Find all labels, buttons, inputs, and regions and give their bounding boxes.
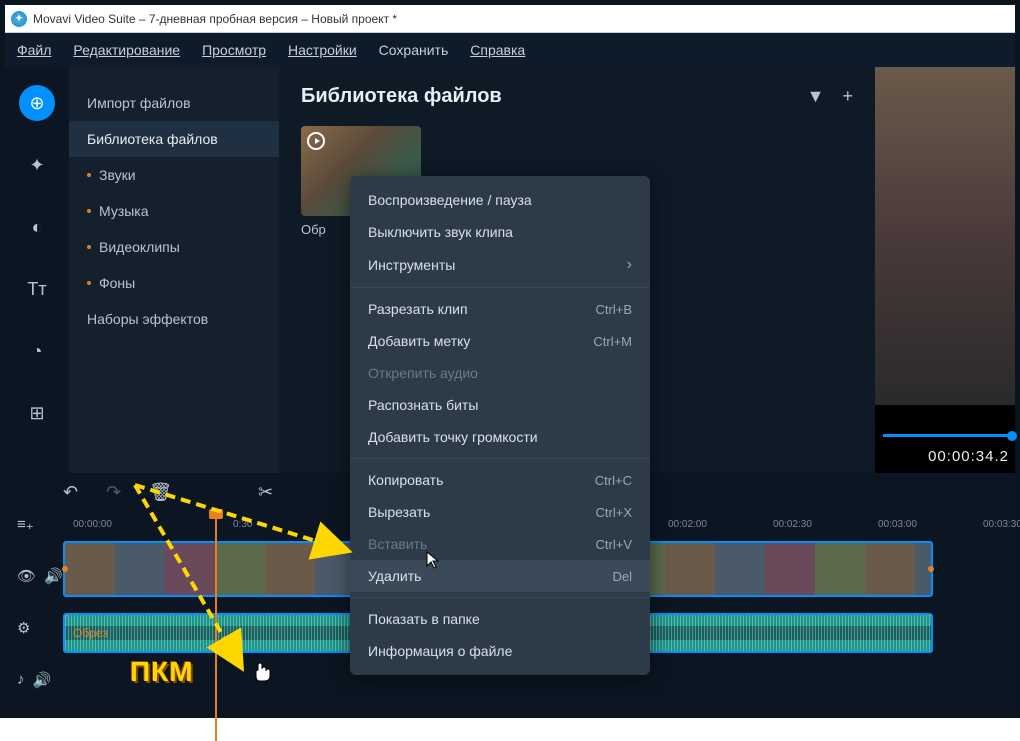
audio-clip-label: Обрез (73, 626, 108, 640)
rail-titles-icon[interactable]: Tᴛ (19, 271, 55, 307)
titlebar: ✦ Movavi Video Suite – 7-дневная пробная… (5, 5, 1015, 33)
ctx-split[interactable]: Разрезать клипCtrl+B (350, 293, 650, 325)
rail-more-icon[interactable]: ⊞ (19, 395, 55, 431)
ctx-file-info[interactable]: Информация о файле (350, 635, 650, 667)
sidebar-item-import[interactable]: Импорт файлов (69, 85, 279, 121)
cut-icon[interactable]: ✂ (258, 482, 273, 503)
sidebar-item-music[interactable]: Музыка (69, 193, 279, 229)
ctx-cut[interactable]: ВырезатьCtrl+X (350, 496, 650, 528)
ctx-detect-beats[interactable]: Распознать биты (350, 389, 650, 421)
menu-save[interactable]: Сохранить (379, 42, 449, 58)
app-logo-icon: ✦ (11, 11, 27, 27)
sidebar-item-library[interactable]: Библиотека файлов (69, 121, 279, 157)
sidebar: Импорт файлов Библиотека файлов Звуки Му… (69, 67, 279, 473)
add-track-icon[interactable]: ≡₊ (17, 515, 63, 533)
rail-stickers-icon[interactable]: ◔ (19, 333, 55, 369)
annotation-text: ПКМ (130, 656, 194, 688)
menu-file[interactable]: Файл (17, 42, 51, 58)
menu-settings[interactable]: Настройки (288, 42, 357, 58)
ctx-detach-audio: Открепить аудио (350, 357, 650, 389)
ctx-play-pause[interactable]: Воспроизведение / пауза (350, 184, 650, 216)
preview-knob[interactable] (1007, 431, 1017, 441)
left-rail: ⊕ ✦ ◐ Tᴛ ◔ ⊞ (5, 67, 69, 473)
preview-progress[interactable] (883, 434, 1015, 437)
ctx-show-in-folder[interactable]: Показать в папке (350, 603, 650, 635)
sidebar-item-videoclips[interactable]: Видеоклипы (69, 229, 279, 265)
rail-effects-icon[interactable]: ✦ (19, 147, 55, 183)
filter-icon[interactable]: ▼ (807, 86, 825, 107)
menubar: Файл Редактирование Просмотр Настройки С… (5, 33, 1015, 67)
sidebar-item-effect-sets[interactable]: Наборы эффектов (69, 301, 279, 337)
rail-import-icon[interactable]: ⊕ (19, 85, 55, 121)
ctx-separator (350, 287, 650, 288)
menu-view[interactable]: Просмотр (202, 42, 266, 58)
track-mute-icon[interactable]: 🔊 (44, 567, 63, 585)
track-settings-icon[interactable]: ⚙ (17, 619, 63, 637)
hand-cursor-icon (253, 662, 271, 682)
redo-icon[interactable]: ↷ (106, 482, 121, 503)
ctx-mute-clip[interactable]: Выключить звук клипа (350, 216, 650, 248)
play-overlay-icon (307, 132, 325, 150)
ctx-tools[interactable]: Инструменты› (350, 248, 650, 282)
ctx-add-volume-point[interactable]: Добавить точку громкости (350, 421, 650, 453)
preview-frame (875, 67, 1015, 405)
window-title: Movavi Video Suite – 7-дневная пробная в… (33, 12, 397, 26)
ctx-delete[interactable]: УдалитьDel (350, 560, 650, 592)
add-icon[interactable]: + (842, 86, 853, 107)
track-eye-icon[interactable]: 👁 (17, 567, 36, 585)
delete-icon[interactable]: 🗑 (149, 482, 172, 503)
rail-transitions-icon[interactable]: ◐ (19, 209, 55, 245)
chevron-right-icon: › (627, 256, 632, 274)
app-window: ✦ Movavi Video Suite – 7-дневная пробная… (0, 0, 1020, 718)
content-title: Библиотека файлов (301, 85, 502, 108)
preview-time: 00:00:34.2 (928, 448, 1009, 465)
ctx-copy[interactable]: КопироватьCtrl+C (350, 464, 650, 496)
sidebar-item-backgrounds[interactable]: Фоны (69, 265, 279, 301)
audio-mute-icon[interactable]: 🔊 (33, 671, 52, 689)
playhead[interactable] (215, 511, 217, 741)
audio-link-icon[interactable]: ♪ (17, 671, 25, 689)
menu-help[interactable]: Справка (470, 42, 525, 58)
ctx-add-marker[interactable]: Добавить меткуCtrl+M (350, 325, 650, 357)
menu-edit[interactable]: Редактирование (73, 42, 180, 58)
ctx-separator (350, 458, 650, 459)
sidebar-item-sounds[interactable]: Звуки (69, 157, 279, 193)
preview-panel: 00:00:34.2 (875, 67, 1015, 473)
undo-icon[interactable]: ↶ (63, 482, 78, 503)
ctx-separator (350, 597, 650, 598)
ctx-paste: ВставитьCtrl+V (350, 528, 650, 560)
context-menu: Воспроизведение / пауза Выключить звук к… (350, 176, 650, 675)
